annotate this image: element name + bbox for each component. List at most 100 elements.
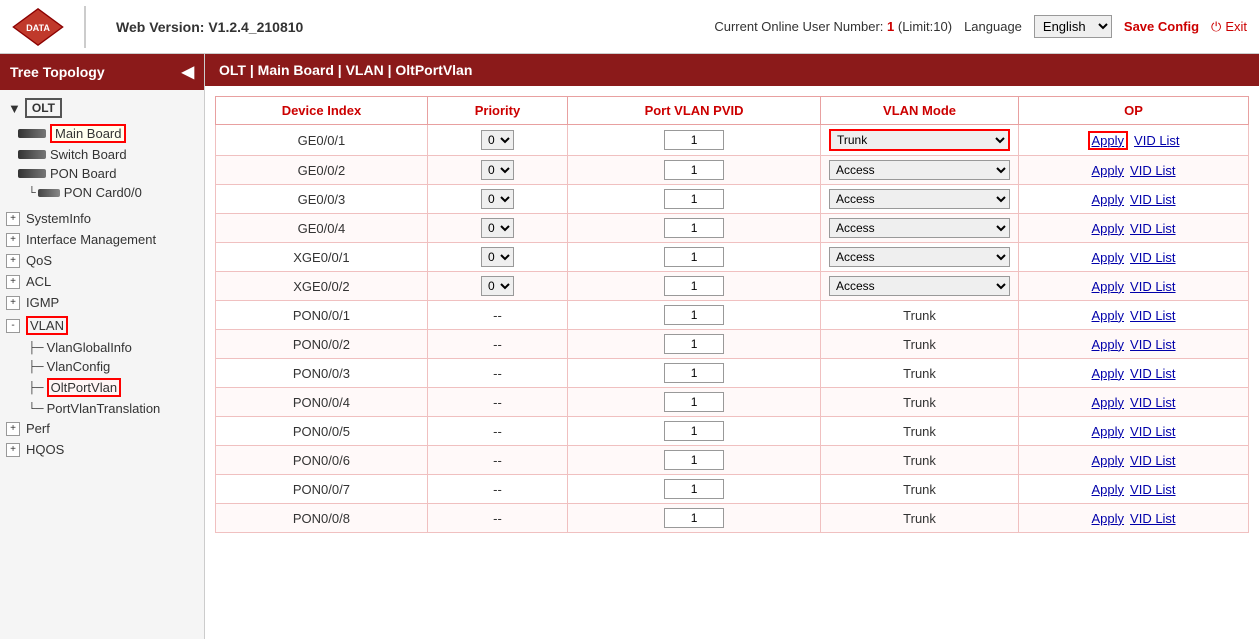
vid-list-link-13[interactable]: VID List bbox=[1130, 511, 1176, 526]
apply-button-2[interactable]: Apply bbox=[1092, 192, 1125, 207]
nav-item-hqos[interactable]: + HQOS bbox=[0, 439, 204, 460]
table-container: Device Index Priority Port VLAN PVID VLA… bbox=[205, 86, 1259, 543]
pvid-input-3[interactable] bbox=[664, 218, 724, 238]
apply-button-3[interactable]: Apply bbox=[1092, 221, 1125, 236]
save-config-button[interactable]: Save Config bbox=[1124, 19, 1199, 34]
tree-node-olt[interactable]: ▼ OLT bbox=[4, 96, 200, 120]
cell-op-9: Apply VID List bbox=[1019, 388, 1249, 417]
cell-priority-3[interactable]: 01234567 bbox=[427, 214, 567, 243]
exit-button[interactable]: ⏻ Exit bbox=[1211, 19, 1247, 35]
vlan-mode-select-3[interactable]: TrunkAccessHybrid bbox=[829, 218, 1010, 238]
tree-node-main-board[interactable]: Main Board bbox=[4, 122, 200, 145]
vlan-mode-select-2[interactable]: TrunkAccessHybrid bbox=[829, 189, 1010, 209]
vid-list-link-9[interactable]: VID List bbox=[1130, 395, 1176, 410]
vid-list-link-6[interactable]: VID List bbox=[1130, 308, 1176, 323]
tree-node-pon-card[interactable]: └ PON Card0/0 bbox=[4, 183, 200, 202]
vid-list-link-4[interactable]: VID List bbox=[1130, 250, 1176, 265]
apply-button-10[interactable]: Apply bbox=[1092, 424, 1125, 439]
cell-pvid-5 bbox=[568, 272, 821, 301]
vid-list-link-3[interactable]: VID List bbox=[1130, 221, 1176, 236]
nav-item-qos[interactable]: + QoS bbox=[0, 250, 204, 271]
apply-button-11[interactable]: Apply bbox=[1092, 453, 1125, 468]
apply-button-0[interactable]: Apply bbox=[1088, 131, 1129, 150]
cell-vlan-mode-1[interactable]: TrunkAccessHybrid bbox=[821, 156, 1019, 185]
priority-select-4[interactable]: 01234567 bbox=[481, 247, 514, 267]
language-select[interactable]: English Chinese bbox=[1034, 15, 1112, 38]
apply-button-1[interactable]: Apply bbox=[1092, 163, 1125, 178]
cell-priority-13: -- bbox=[427, 504, 567, 533]
pvid-input-8[interactable] bbox=[664, 363, 724, 383]
vid-list-link-10[interactable]: VID List bbox=[1130, 424, 1176, 439]
collapse-arrow-icon[interactable]: ◀ bbox=[182, 62, 194, 82]
vlan-mode-select-4[interactable]: TrunkAccessHybrid bbox=[829, 247, 1010, 267]
apply-button-12[interactable]: Apply bbox=[1092, 482, 1125, 497]
nav-item-acl[interactable]: + ACL bbox=[0, 271, 204, 292]
pvid-input-2[interactable] bbox=[664, 189, 724, 209]
pvid-input-13[interactable] bbox=[664, 508, 724, 528]
cell-vlan-mode-5[interactable]: TrunkAccessHybrid bbox=[821, 272, 1019, 301]
cell-priority-2[interactable]: 01234567 bbox=[427, 185, 567, 214]
cell-pvid-3 bbox=[568, 214, 821, 243]
apply-button-8[interactable]: Apply bbox=[1092, 366, 1125, 381]
vid-list-link-2[interactable]: VID List bbox=[1130, 192, 1176, 207]
apply-button-6[interactable]: Apply bbox=[1092, 308, 1125, 323]
vlan-mode-select-5[interactable]: TrunkAccessHybrid bbox=[829, 276, 1010, 296]
pvid-input-5[interactable] bbox=[664, 276, 724, 296]
vid-list-link-5[interactable]: VID List bbox=[1130, 279, 1176, 294]
priority-select-0[interactable]: 01234567 bbox=[481, 130, 514, 150]
cell-priority-4[interactable]: 01234567 bbox=[427, 243, 567, 272]
cell-vlan-mode-4[interactable]: TrunkAccessHybrid bbox=[821, 243, 1019, 272]
cell-vlan-mode-10: Trunk bbox=[821, 417, 1019, 446]
table-row: GE0/0/101234567TrunkAccessHybridApplyVID… bbox=[216, 125, 1249, 156]
pvid-input-7[interactable] bbox=[664, 334, 724, 354]
priority-select-3[interactable]: 01234567 bbox=[481, 218, 514, 238]
vid-list-link-8[interactable]: VID List bbox=[1130, 366, 1176, 381]
vid-list-link-7[interactable]: VID List bbox=[1130, 337, 1176, 352]
priority-select-1[interactable]: 01234567 bbox=[481, 160, 514, 180]
tree-node-pon-board[interactable]: PON Board bbox=[4, 164, 200, 183]
nav-item-interface-mgmt[interactable]: + Interface Management bbox=[0, 229, 204, 250]
vlan-mode-select-1[interactable]: TrunkAccessHybrid bbox=[829, 160, 1010, 180]
vid-list-link-0[interactable]: VID List bbox=[1134, 133, 1180, 148]
nav-item-igmp[interactable]: + IGMP bbox=[0, 292, 204, 313]
nav-item-perf[interactable]: + Perf bbox=[0, 418, 204, 439]
nav-sub-olt-port-vlan[interactable]: ├─ OltPortVlan bbox=[0, 376, 204, 399]
vid-list-link-12[interactable]: VID List bbox=[1130, 482, 1176, 497]
expand-icon: ▼ bbox=[8, 101, 21, 116]
pvid-input-10[interactable] bbox=[664, 421, 724, 441]
cell-op-1: Apply VID List bbox=[1019, 156, 1249, 185]
apply-button-13[interactable]: Apply bbox=[1092, 511, 1125, 526]
cell-priority-0[interactable]: 01234567 bbox=[427, 125, 567, 156]
cell-pvid-7 bbox=[568, 330, 821, 359]
pvid-input-6[interactable] bbox=[664, 305, 724, 325]
cell-priority-5[interactable]: 01234567 bbox=[427, 272, 567, 301]
apply-button-9[interactable]: Apply bbox=[1092, 395, 1125, 410]
pvid-input-12[interactable] bbox=[664, 479, 724, 499]
pvid-input-4[interactable] bbox=[664, 247, 724, 267]
pvid-input-0[interactable] bbox=[664, 130, 724, 150]
nav-sub-vlan-global[interactable]: ├─ VlanGlobalInfo bbox=[0, 338, 204, 357]
cell-vlan-mode-2[interactable]: TrunkAccessHybrid bbox=[821, 185, 1019, 214]
apply-button-4[interactable]: Apply bbox=[1092, 250, 1125, 265]
vid-list-link-1[interactable]: VID List bbox=[1130, 163, 1176, 178]
cell-vlan-mode-0[interactable]: TrunkAccessHybrid bbox=[821, 125, 1019, 156]
nav-item-vlan[interactable]: - VLAN bbox=[0, 313, 204, 338]
pvid-input-11[interactable] bbox=[664, 450, 724, 470]
apply-button-7[interactable]: Apply bbox=[1092, 337, 1125, 352]
table-header-row: Device Index Priority Port VLAN PVID VLA… bbox=[216, 97, 1249, 125]
priority-select-5[interactable]: 01234567 bbox=[481, 276, 514, 296]
priority-select-2[interactable]: 01234567 bbox=[481, 189, 514, 209]
nav-sub-vlan-config[interactable]: ├─ VlanConfig bbox=[0, 357, 204, 376]
vid-list-link-11[interactable]: VID List bbox=[1130, 453, 1176, 468]
pvid-input-1[interactable] bbox=[664, 160, 724, 180]
cell-priority-1[interactable]: 01234567 bbox=[427, 156, 567, 185]
pvid-input-9[interactable] bbox=[664, 392, 724, 412]
cell-vlan-mode-3[interactable]: TrunkAccessHybrid bbox=[821, 214, 1019, 243]
cell-op-4: Apply VID List bbox=[1019, 243, 1249, 272]
cell-device-5: XGE0/0/2 bbox=[216, 272, 428, 301]
vlan-mode-select-0[interactable]: TrunkAccessHybrid bbox=[829, 129, 1010, 151]
tree-node-switch-board[interactable]: Switch Board bbox=[4, 145, 200, 164]
nav-sub-port-vlan-translation[interactable]: └─ PortVlanTranslation bbox=[0, 399, 204, 418]
apply-button-5[interactable]: Apply bbox=[1092, 279, 1125, 294]
nav-item-systeminfo[interactable]: + SystemInfo bbox=[0, 208, 204, 229]
